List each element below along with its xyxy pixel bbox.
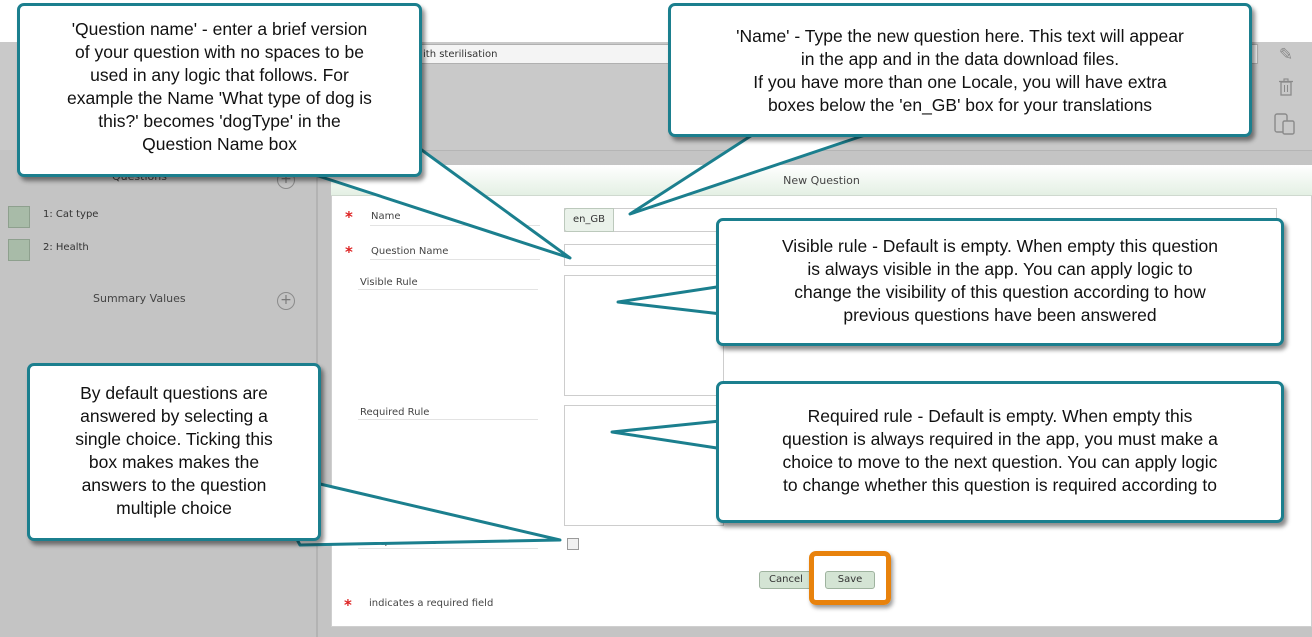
- callout-line: change the visibility of this question a…: [794, 282, 1206, 302]
- callout-line: multiple choice: [116, 498, 232, 518]
- callout-line: question is always required in the app, …: [782, 429, 1218, 449]
- callout-line: If you have more than one Locale, you wi…: [753, 72, 1167, 92]
- callout-line: answers to the question: [81, 475, 267, 495]
- callout-line: 'Name' - Type the new question here. Thi…: [736, 26, 1184, 46]
- callout-line: choice to move to the next question. You…: [782, 452, 1218, 472]
- callout-line: to change whether this question is requi…: [783, 475, 1217, 495]
- callout-line: Visible rule - Default is empty. When em…: [781, 236, 1219, 256]
- multiple-choice-callout: By default questions are answered by sel…: [27, 363, 321, 541]
- callout-line: previous questions have been answered: [843, 305, 1157, 325]
- visible-rule-callout: Visible rule - Default is empty. When em…: [716, 218, 1284, 346]
- callout-line: in the app and in the data download file…: [800, 49, 1120, 69]
- callout-pointer: [616, 283, 732, 317]
- callout-line: of your question with no spaces to be: [75, 42, 364, 62]
- callout-pointer: [628, 128, 882, 216]
- callout-line: Required rule - Default is empty. When e…: [807, 406, 1193, 426]
- callout-pointer: [610, 418, 732, 452]
- callout-line: answered by selecting a: [80, 406, 268, 426]
- callout-line: is always visible in the app. You can ap…: [807, 259, 1193, 279]
- callout-line: Question Name box: [142, 134, 297, 154]
- callout-line: 'Question name' - enter a brief version: [71, 19, 368, 39]
- callout-line: example the Name 'What type of dog is: [67, 88, 372, 108]
- callout-line: By default questions are: [80, 383, 268, 403]
- question-name-callout: 'Question name' - enter a brief version …: [17, 3, 422, 177]
- callout-line: this?' becomes 'dogType' in the: [98, 111, 341, 131]
- callout-line: used in any logic that follows. For: [90, 65, 349, 85]
- name-callout: 'Name' - Type the new question here. Thi…: [668, 3, 1252, 137]
- callout-line: single choice. Ticking this: [75, 429, 273, 449]
- callout-line: boxes below the 'en_GB' box for your tra…: [767, 95, 1153, 115]
- callout-line: box makes makes the: [88, 452, 260, 472]
- required-rule-callout: Required rule - Default is empty. When e…: [716, 381, 1284, 523]
